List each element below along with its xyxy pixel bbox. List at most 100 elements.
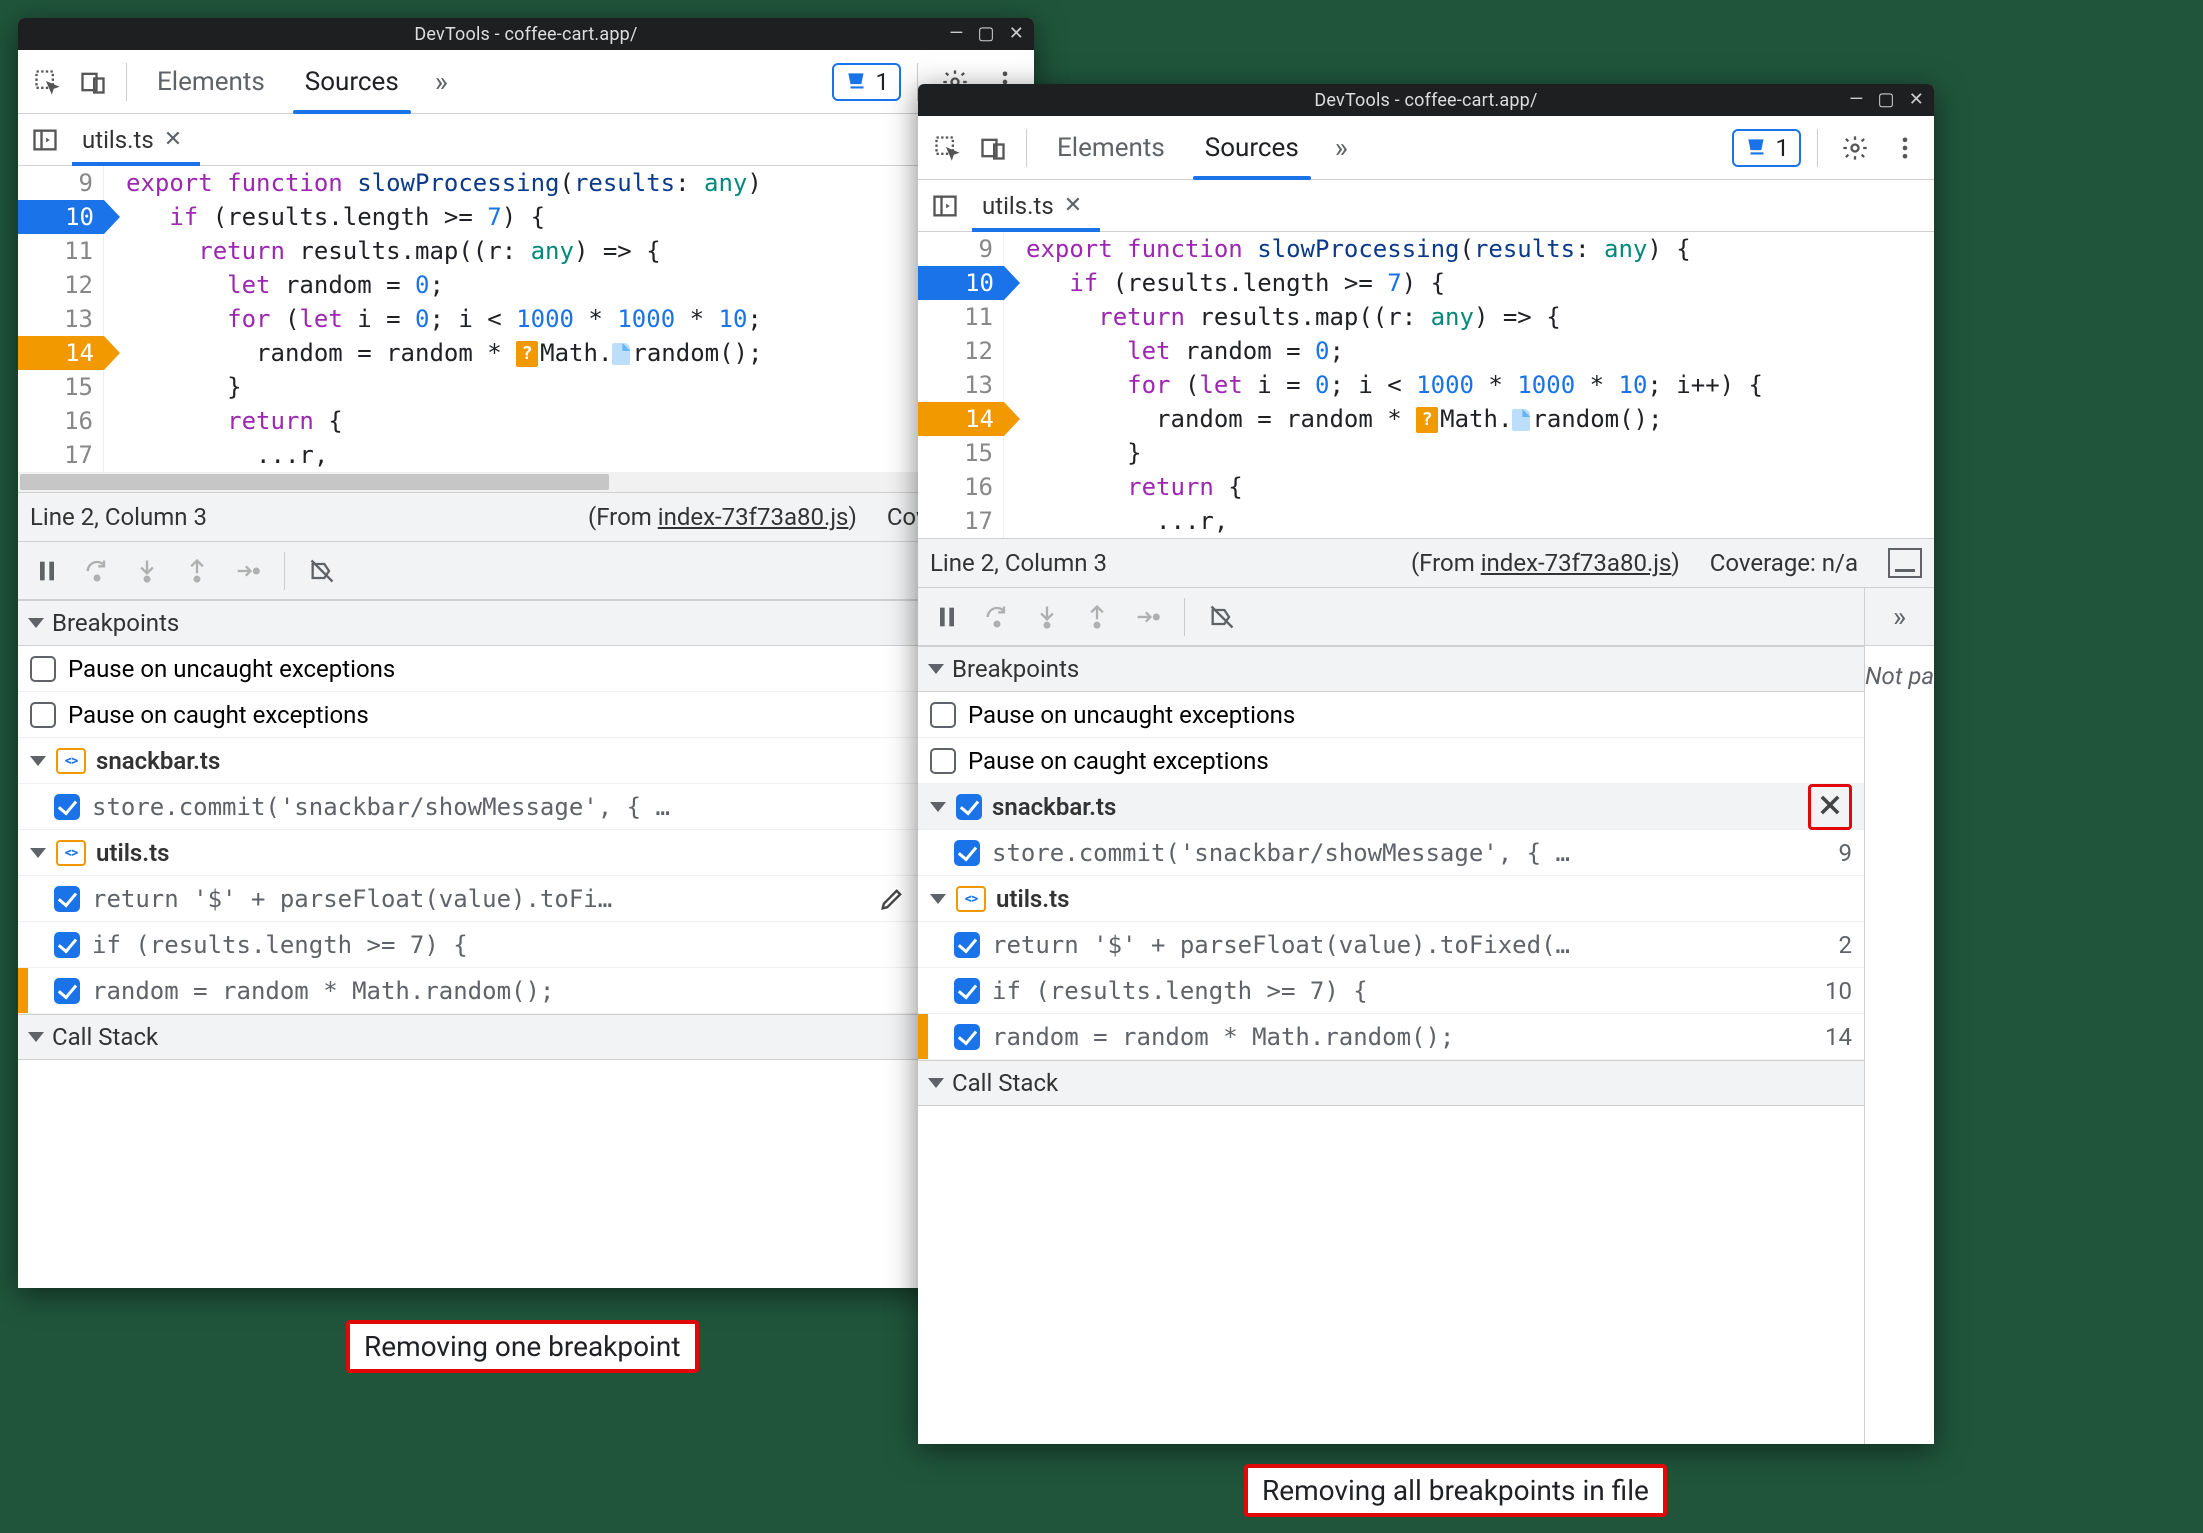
breakpoint-item-hovered[interactable]: return '$' + parseFloat(value).toFi… 2 <box>18 876 1034 922</box>
remove-all-breakpoints-icon[interactable] <box>1814 789 1846 821</box>
sourcemap-info: (From index-73f73a80.js) <box>1411 549 1680 577</box>
breakpoint-item[interactable]: store.commit('snackbar/showMessage', { …… <box>18 784 1034 830</box>
breakpoint-item[interactable]: random = random * Math.random(); 14 <box>18 968 1034 1014</box>
breakpoint-group-snackbar[interactable]: <> snackbar.ts <box>18 738 1034 784</box>
close-icon[interactable]: ✕ <box>1009 23 1024 44</box>
caption-right: Removing all breakpoints in file <box>1244 1464 1667 1517</box>
tab-elements[interactable]: Elements <box>139 50 283 113</box>
horizontal-scrollbar[interactable] <box>18 472 1034 492</box>
tab-elements[interactable]: Elements <box>1039 116 1183 179</box>
not-paused-label: Not pa <box>1865 646 1934 690</box>
breakpoints-header[interactable]: Breakpoints <box>18 600 1034 646</box>
file-tab-label: utils.ts <box>82 126 154 154</box>
checkbox-uncaught[interactable] <box>930 702 956 728</box>
edit-breakpoint-icon[interactable] <box>876 883 908 915</box>
gutter-conditional-breakpoint[interactable]: 14 <box>918 402 1004 436</box>
dock-icon[interactable] <box>1888 548 1922 578</box>
device-toolbar-icon[interactable] <box>972 127 1014 169</box>
issues-button[interactable]: 1 <box>832 63 902 101</box>
step-over-icon[interactable] <box>76 550 118 592</box>
minimize-icon[interactable]: — <box>949 23 963 44</box>
breakpoint-item[interactable]: store.commit('snackbar/showMessage', { …… <box>918 830 1864 876</box>
coverage-info: Coverage: n/a <box>1710 549 1858 577</box>
pause-icon[interactable] <box>926 596 968 638</box>
titlebar[interactable]: DevTools - coffee-cart.app/ — ▢ ✕ <box>18 18 1034 50</box>
breakpoint-item[interactable]: if (results.length >= 7) { 10 <box>18 922 1034 968</box>
step-into-icon[interactable] <box>126 550 168 592</box>
sourcemap-link[interactable]: index-73f73a80.js <box>658 503 849 531</box>
pause-uncaught-row: Pause on uncaught exceptions <box>18 646 1034 692</box>
devtools-window-right: DevTools - coffee-cart.app/ — ▢ ✕ Elemen… <box>918 84 1934 1444</box>
inspect-element-icon[interactable] <box>26 61 68 103</box>
breakpoint-group-snackbar[interactable]: snackbar.ts <box>918 784 1864 830</box>
step-out-icon[interactable] <box>176 550 218 592</box>
breakpoint-checkbox[interactable] <box>954 932 980 958</box>
breakpoint-item[interactable]: if (results.length >= 7) { 10 <box>918 968 1864 1014</box>
more-tabs-icon[interactable]: » <box>421 65 462 98</box>
breakpoint-checkbox[interactable] <box>54 932 80 958</box>
step-into-icon[interactable] <box>1026 596 1068 638</box>
inspect-element-icon[interactable] <box>926 127 968 169</box>
breakpoints-header[interactable]: Breakpoints <box>918 646 1864 692</box>
code-editor[interactable]: 9export function slowProcessing(results:… <box>18 166 1034 492</box>
code-editor[interactable]: 9export function slowProcessing(results:… <box>918 232 1934 538</box>
breakpoint-group-checkbox[interactable] <box>956 794 982 820</box>
gutter[interactable]: 9 <box>18 166 104 200</box>
issues-count: 1 <box>1776 134 1790 162</box>
file-tab-utils[interactable]: utils.ts ✕ <box>972 180 1100 231</box>
deactivate-breakpoints-icon[interactable] <box>301 550 343 592</box>
callstack-header[interactable]: Call Stack <box>18 1014 1034 1060</box>
breakpoint-item[interactable]: random = random * Math.random(); 14 <box>918 1014 1864 1060</box>
minimize-icon[interactable]: — <box>1849 89 1863 110</box>
kebab-menu-icon[interactable] <box>1884 127 1926 169</box>
breakpoint-checkbox[interactable] <box>954 978 980 1004</box>
gutter-breakpoint[interactable]: 10 <box>18 200 104 234</box>
typescript-badge-icon: <> <box>956 886 986 912</box>
highlight-box <box>1808 784 1852 830</box>
gutter-breakpoint[interactable]: 10 <box>918 266 1004 300</box>
breakpoint-checkbox[interactable] <box>54 978 80 1004</box>
pause-icon[interactable] <box>26 550 68 592</box>
sourcemap-link[interactable]: index-73f73a80.js <box>1481 549 1672 577</box>
breakpoint-item[interactable]: return '$' + parseFloat(value).toFixed(…… <box>918 922 1864 968</box>
gutter-conditional-breakpoint[interactable]: 14 <box>18 336 104 370</box>
breakpoint-checkbox[interactable] <box>54 794 80 820</box>
breakpoint-checkbox[interactable] <box>54 886 80 912</box>
titlebar[interactable]: DevTools - coffee-cart.app/ — ▢ ✕ <box>918 84 1934 116</box>
checkbox-uncaught[interactable] <box>30 656 56 682</box>
chevron-down-icon <box>928 664 944 674</box>
step-over-icon[interactable] <box>976 596 1018 638</box>
close-icon[interactable]: ✕ <box>164 127 182 152</box>
file-tab-utils[interactable]: utils.ts ✕ <box>72 114 200 165</box>
devtools-window-left: DevTools - coffee-cart.app/ — ▢ ✕ Elemen… <box>18 18 1034 1288</box>
checkbox-caught[interactable] <box>930 748 956 774</box>
step-out-icon[interactable] <box>1076 596 1118 638</box>
breakpoint-checkbox[interactable] <box>954 1024 980 1050</box>
step-icon[interactable] <box>1126 596 1168 638</box>
issues-button[interactable]: 1 <box>1732 129 1802 167</box>
settings-icon[interactable] <box>1834 127 1876 169</box>
typescript-badge-icon: <> <box>56 748 86 774</box>
device-toolbar-icon[interactable] <box>72 61 114 103</box>
tab-sources[interactable]: Sources <box>1187 116 1317 179</box>
tab-sources[interactable]: Sources <box>287 50 417 113</box>
typescript-badge-icon: <> <box>56 840 86 866</box>
breakpoint-group-utils[interactable]: <> utils.ts <box>18 830 1034 876</box>
step-icon[interactable] <box>226 550 268 592</box>
maximize-icon[interactable]: ▢ <box>1877 89 1894 110</box>
chevron-down-icon <box>30 848 46 858</box>
navigator-toggle-icon[interactable] <box>24 119 66 161</box>
breakpoint-checkbox[interactable] <box>954 840 980 866</box>
navigator-toggle-icon[interactable] <box>924 185 966 227</box>
close-icon[interactable]: ✕ <box>1909 89 1924 110</box>
deactivate-breakpoints-icon[interactable] <box>1201 596 1243 638</box>
more-tabs-icon[interactable]: » <box>1321 131 1362 164</box>
callstack-header[interactable]: Call Stack <box>918 1060 1864 1106</box>
maximize-icon[interactable]: ▢ <box>977 23 994 44</box>
checkbox-caught[interactable] <box>30 702 56 728</box>
caption-left: Removing one breakpoint <box>346 1320 699 1373</box>
more-drawer-icon[interactable]: » <box>1865 588 1934 646</box>
status-bar: Line 2, Column 3 (From index-73f73a80.js… <box>918 538 1934 588</box>
close-icon[interactable]: ✕ <box>1064 193 1082 218</box>
breakpoint-group-utils[interactable]: <> utils.ts <box>918 876 1864 922</box>
